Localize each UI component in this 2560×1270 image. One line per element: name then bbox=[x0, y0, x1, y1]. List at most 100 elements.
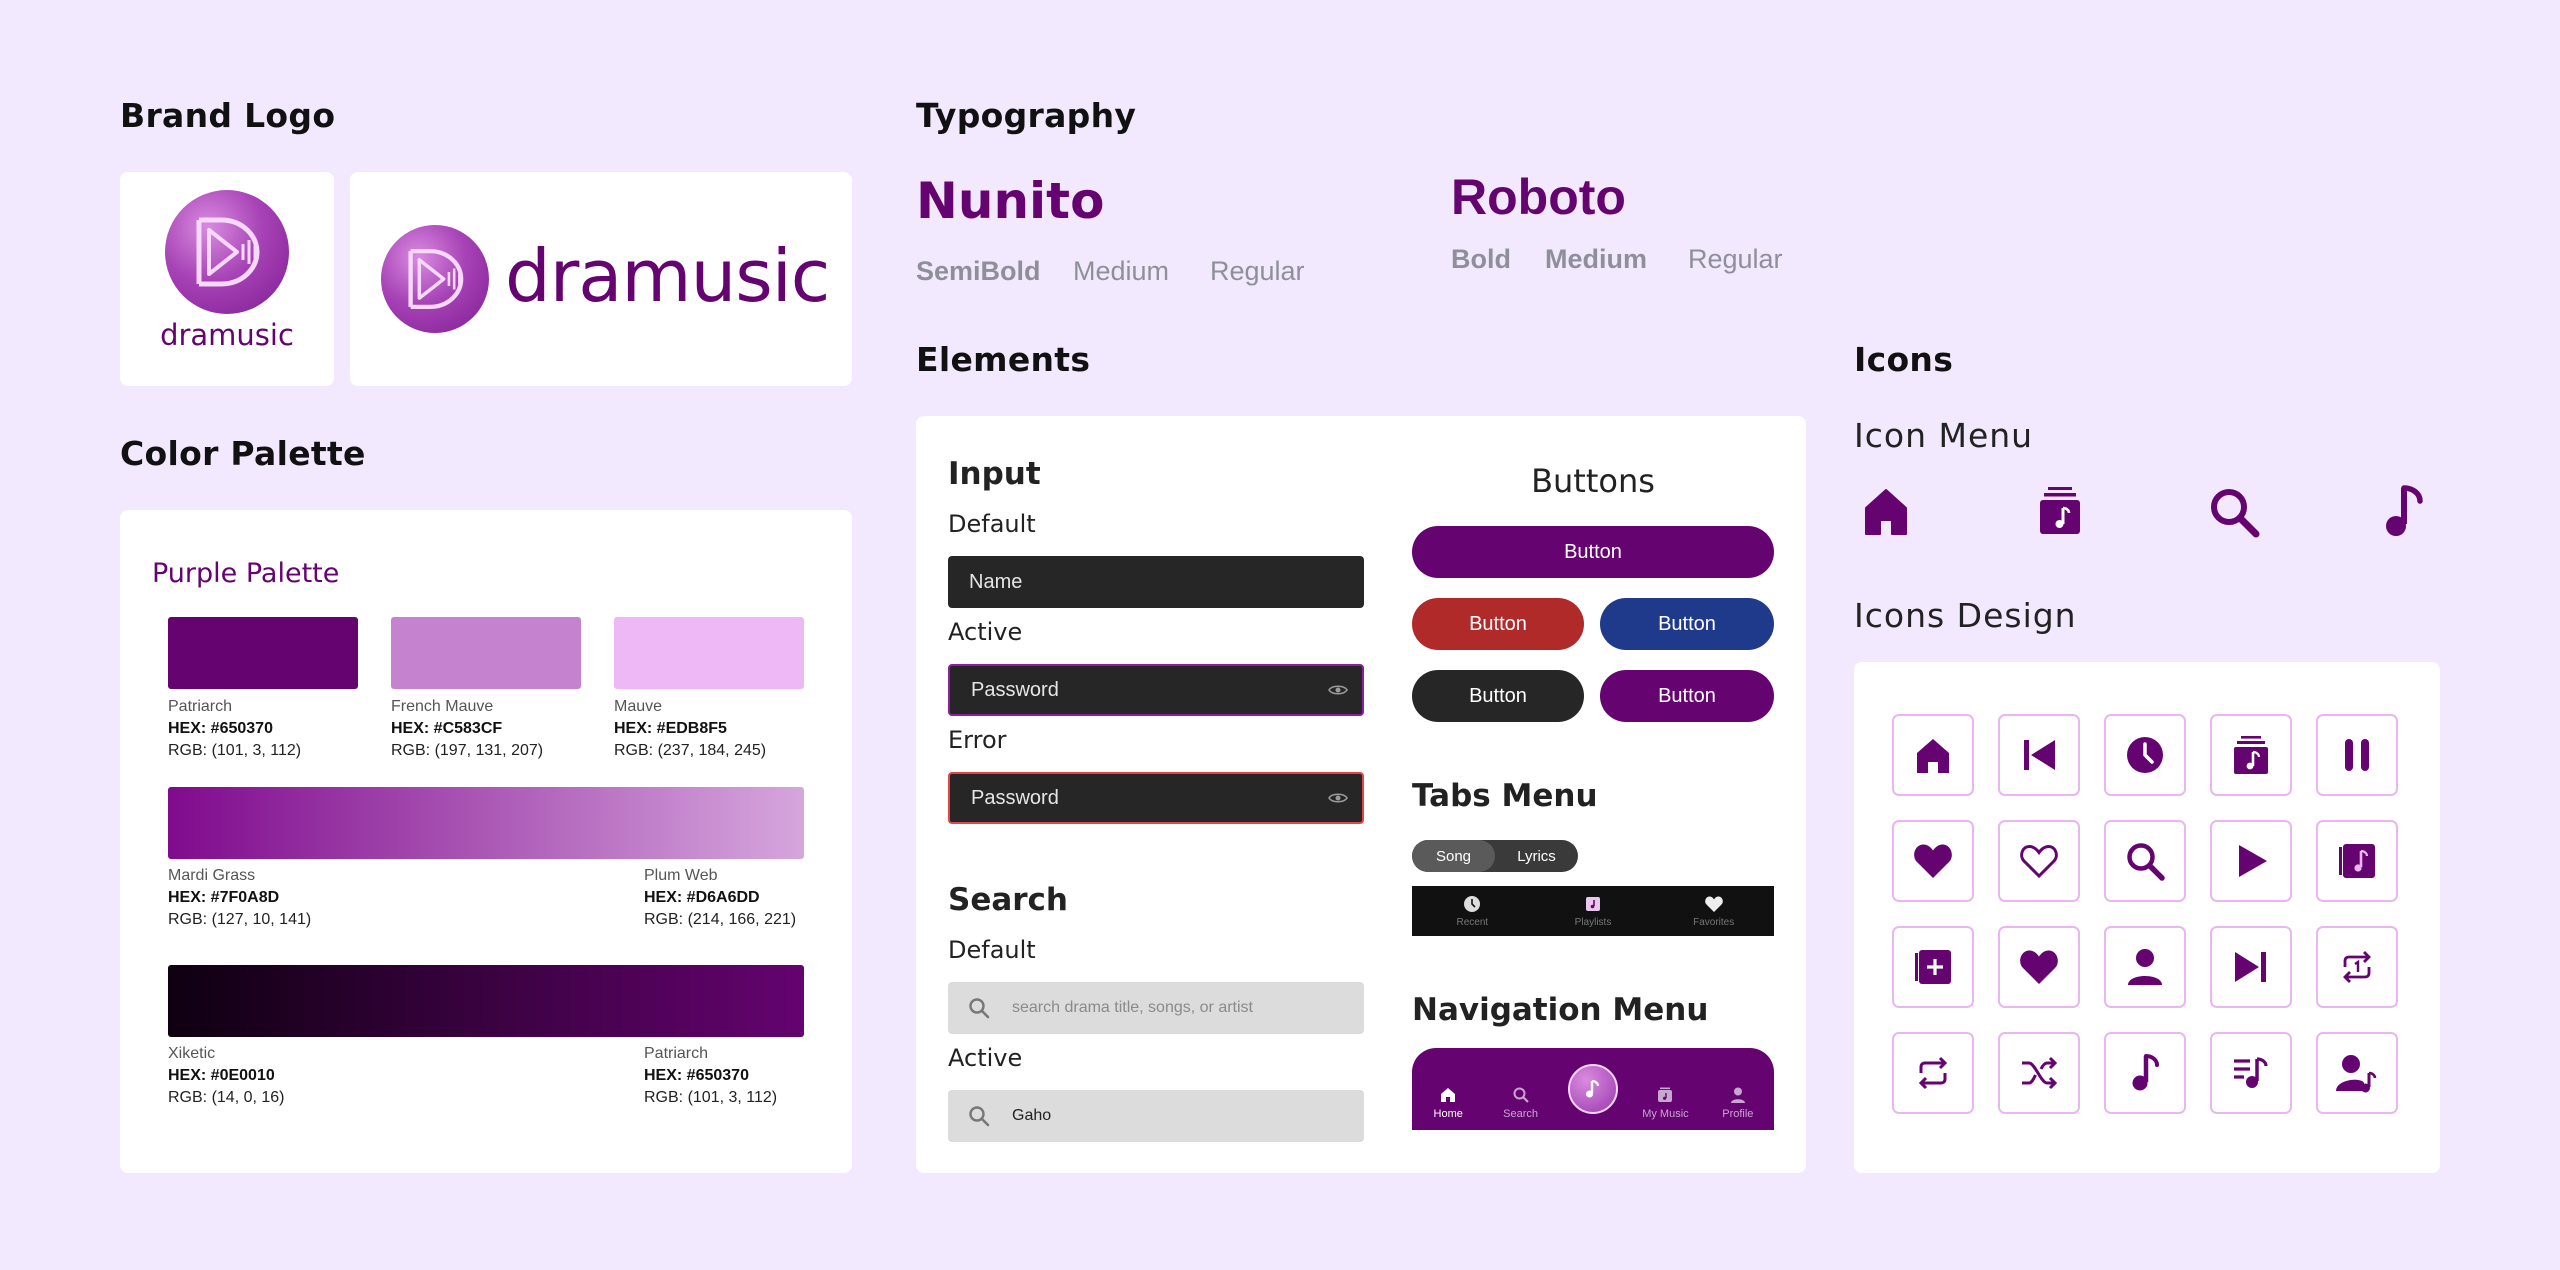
icon-tile[interactable] bbox=[2210, 926, 2292, 1008]
skip-previous-icon bbox=[2024, 740, 2055, 770]
primary-button[interactable]: Button bbox=[1412, 526, 1774, 578]
tab-favorites[interactable]: Favorites bbox=[1653, 886, 1774, 936]
gradient-left-hex: HEX: #0E0010 bbox=[168, 1067, 275, 1084]
font-weight-bold: Bold bbox=[1451, 244, 1511, 274]
icon-tile[interactable] bbox=[1892, 714, 1974, 796]
gradient-left-rgb: RGB: (14, 0, 16) bbox=[168, 1089, 285, 1106]
gradient-right-hex: HEX: #650370 bbox=[644, 1067, 749, 1084]
icon-tile[interactable] bbox=[1892, 820, 1974, 902]
icon-tile[interactable] bbox=[2104, 926, 2186, 1008]
elements-heading: Elements bbox=[916, 340, 1091, 379]
nav-search[interactable]: Search bbox=[1484, 1086, 1556, 1130]
user-icon bbox=[2128, 949, 2162, 985]
gradient-right-rgb: RGB: (101, 3, 112) bbox=[644, 1089, 778, 1106]
music-center-button[interactable] bbox=[1568, 1064, 1619, 1114]
icon-tile[interactable] bbox=[2104, 714, 2186, 796]
heart-filled-icon bbox=[2020, 950, 2058, 984]
color-palette-heading: Color Palette bbox=[120, 434, 366, 473]
password-input-active[interactable]: Password bbox=[948, 664, 1364, 716]
logo-d-play-icon bbox=[196, 217, 260, 287]
elements-card: Input Default Name Active Password Error… bbox=[916, 416, 1806, 1173]
swatch-rgb: RGB: (101, 3, 112) bbox=[168, 742, 302, 759]
logo-mark-wide bbox=[381, 225, 489, 333]
eye-icon[interactable] bbox=[1328, 791, 1348, 805]
icon-tile[interactable] bbox=[1998, 820, 2080, 902]
nav-play-center[interactable] bbox=[1557, 1064, 1629, 1130]
font-weight-medium: Medium bbox=[1545, 244, 1648, 274]
heart-filled-icon bbox=[1914, 844, 1952, 878]
gradient-right-rgb: RGB: (214, 166, 221) bbox=[644, 911, 797, 928]
input-title: Input bbox=[948, 456, 1041, 492]
danger-button[interactable]: Button bbox=[1412, 598, 1584, 650]
swatch-hex: HEX: #EDB8F5 bbox=[614, 720, 727, 737]
search-title: Search bbox=[948, 882, 1069, 918]
swatch-name: French Mauve bbox=[391, 698, 494, 715]
icons-design-card bbox=[1854, 662, 2440, 1173]
add-playlist-icon bbox=[1915, 950, 1951, 984]
heart-outline-icon bbox=[2020, 845, 2058, 879]
icon-tile[interactable] bbox=[2316, 926, 2398, 1008]
search-value: Gaho bbox=[1012, 1107, 1052, 1124]
icon-tile[interactable] bbox=[2104, 1032, 2186, 1114]
tab-label: Favorites bbox=[1693, 916, 1735, 928]
icon-tile[interactable] bbox=[2210, 820, 2292, 902]
icon-tile[interactable] bbox=[2316, 820, 2398, 902]
icon-tile[interactable] bbox=[2104, 820, 2186, 902]
gradient-right-name: Plum Web bbox=[644, 867, 718, 884]
search-icon bbox=[969, 998, 990, 1019]
music-library-icon[interactable] bbox=[2036, 486, 2084, 536]
swatch-hex: HEX: #650370 bbox=[168, 720, 273, 737]
home-icon[interactable] bbox=[1862, 486, 1910, 536]
icon-tile[interactable] bbox=[1998, 714, 2080, 796]
palette-card: Purple Palette Patriarch HEX: #650370 RG… bbox=[120, 510, 852, 1173]
music-note-icon[interactable] bbox=[2384, 484, 2424, 538]
music-note-icon bbox=[1586, 1079, 1600, 1098]
nav-profile[interactable]: Profile bbox=[1702, 1086, 1774, 1130]
swatch-rgb: RGB: (197, 131, 207) bbox=[391, 742, 544, 759]
name-input[interactable]: Name bbox=[948, 556, 1364, 608]
artist-icon bbox=[2336, 1055, 2377, 1093]
icon-tile[interactable] bbox=[1892, 1032, 1974, 1114]
nav-label: My Music bbox=[1642, 1108, 1689, 1120]
tab-playlists[interactable]: Playlists bbox=[1533, 886, 1654, 936]
icon-tile[interactable] bbox=[1892, 926, 1974, 1008]
tab-recent[interactable]: Recent bbox=[1412, 886, 1533, 936]
gradient-right-hex: HEX: #D6A6DD bbox=[644, 889, 760, 906]
music-library-icon bbox=[2234, 736, 2268, 774]
search-input-active[interactable]: Gaho bbox=[948, 1090, 1364, 1142]
logo-wide-card: dramusic bbox=[350, 172, 852, 386]
tab-song[interactable]: Song bbox=[1412, 840, 1495, 872]
nav-label: Home bbox=[1433, 1108, 1463, 1120]
gradient-left-name: Mardi Grass bbox=[168, 867, 256, 884]
icon-tile[interactable] bbox=[1998, 1032, 2080, 1114]
eye-icon[interactable] bbox=[1328, 683, 1348, 697]
password-input-error[interactable]: Password bbox=[948, 772, 1364, 824]
icon-tile[interactable] bbox=[2316, 1032, 2398, 1114]
nav-my-music[interactable]: My Music bbox=[1629, 1086, 1701, 1130]
search-icon bbox=[1513, 1087, 1529, 1103]
brand-logo-heading: Brand Logo bbox=[120, 96, 336, 135]
tabs-menu-title: Tabs Menu bbox=[1412, 778, 1598, 814]
icons-design-title: Icons Design bbox=[1854, 596, 2077, 635]
icon-tile[interactable] bbox=[2316, 714, 2398, 796]
bottom-navigation: Home Search My Music Profile bbox=[1412, 1048, 1774, 1130]
secondary-button[interactable]: Button bbox=[1600, 670, 1774, 722]
icon-tile[interactable] bbox=[2210, 714, 2292, 796]
info-button[interactable]: Button bbox=[1600, 598, 1774, 650]
swatch-french-mauve bbox=[391, 617, 581, 689]
search-icon bbox=[2127, 843, 2165, 881]
font-name-nunito: Nunito bbox=[916, 172, 1105, 230]
nav-label: Profile bbox=[1722, 1108, 1754, 1120]
typography-heading: Typography bbox=[916, 96, 1137, 135]
album-icon bbox=[2339, 844, 2375, 878]
nav-home[interactable]: Home bbox=[1412, 1086, 1484, 1130]
password-placeholder: Password bbox=[971, 678, 1059, 701]
gradient-mardi-plum bbox=[168, 787, 804, 859]
dark-button[interactable]: Button bbox=[1412, 670, 1584, 722]
nav-label: Search bbox=[1503, 1108, 1539, 1120]
tab-lyrics[interactable]: Lyrics bbox=[1495, 840, 1578, 872]
search-icon[interactable] bbox=[2208, 486, 2260, 538]
icon-tile[interactable] bbox=[2210, 1032, 2292, 1114]
icon-tile[interactable] bbox=[1998, 926, 2080, 1008]
search-input-default[interactable]: search drama title, songs, or artist bbox=[948, 982, 1364, 1034]
